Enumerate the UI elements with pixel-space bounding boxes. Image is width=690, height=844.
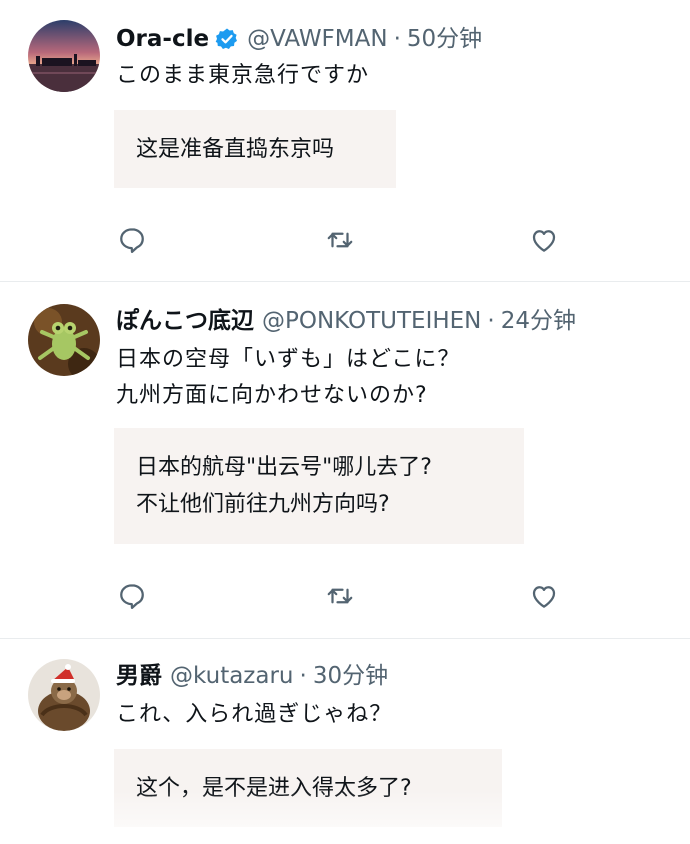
translation-line: 这个，是不是进入得太多了?: [136, 775, 412, 801]
tweet-header: Ora-cle @VAWFMAN · 50分钟: [116, 24, 482, 54]
separator-dot: ·: [487, 308, 495, 334]
tweet-feed: Ora-cle @VAWFMAN · 50分钟 このまま東京急行ですか 这是准备…: [0, 0, 690, 844]
avatar-sunset-harbor[interactable]: [28, 20, 100, 92]
reply-icon[interactable]: [116, 580, 148, 612]
separator-dot: ·: [299, 663, 307, 689]
tweet-3[interactable]: 男爵 @kutazaru · 30分钟 これ、入られ過ぎじゃね？ 这个，是不是进…: [0, 639, 690, 844]
retweet-icon[interactable]: [324, 580, 356, 612]
timestamp[interactable]: 24分钟: [501, 306, 576, 336]
tweet-text-line: これ、入られ過ぎじゃね？: [116, 702, 393, 727]
user-handle[interactable]: @kutazaru: [170, 661, 294, 691]
display-name[interactable]: ぽんこつ底辺: [116, 306, 254, 336]
display-name[interactable]: Ora-cle: [116, 24, 209, 54]
tweet-text: このまま東京急行ですか: [116, 58, 369, 94]
translation-box: 这个，是不是进入得太多了?: [114, 749, 502, 827]
translation-box: 这是准备直捣东京吗: [114, 110, 396, 188]
tweet-1[interactable]: Ora-cle @VAWFMAN · 50分钟 このまま東京急行ですか 这是准备…: [0, 0, 690, 280]
like-icon[interactable]: [528, 224, 560, 256]
tweet-text-line: 九州方面に向かわせないのか?: [116, 383, 428, 408]
tweet-text: これ、入られ過ぎじゃね？: [116, 697, 392, 733]
tweet-text: 日本の空母「いずも」はどこに？ 九州方面に向かわせないのか?: [116, 342, 460, 414]
timestamp[interactable]: 30分钟: [313, 661, 388, 691]
separator-dot: ·: [393, 26, 401, 52]
reply-icon[interactable]: [116, 224, 148, 256]
avatar-frog[interactable]: [28, 304, 100, 376]
avatar-monkey-santa-hat[interactable]: [28, 659, 100, 731]
translation-line: 不让他们前往九州方向吗?: [136, 492, 390, 517]
translation-box: 日本的航母"出云号"哪儿去了? 不让他们前往九州方向吗?: [114, 428, 524, 544]
tweet-2[interactable]: ぽんこつ底辺 @PONKOTUTEIHEN · 24分钟 日本の空母「いずも」は…: [0, 282, 690, 638]
retweet-icon[interactable]: [324, 224, 356, 256]
tweet-text-line: 日本の空母「いずも」はどこに？: [116, 347, 461, 372]
tweet-actions: [0, 224, 690, 260]
like-icon[interactable]: [528, 580, 560, 612]
user-handle[interactable]: @PONKOTUTEIHEN: [262, 306, 481, 336]
tweet-text-line: このまま東京急行ですか: [116, 63, 370, 88]
translation-line: 日本的航母"出云号"哪儿去了?: [136, 455, 432, 480]
tweet-header: ぽんこつ底辺 @PONKOTUTEIHEN · 24分钟: [116, 306, 576, 336]
tweet-header: 男爵 @kutazaru · 30分钟: [116, 661, 388, 691]
display-name[interactable]: 男爵: [116, 661, 162, 691]
verified-badge-icon: [215, 27, 239, 51]
user-handle[interactable]: @VAWFMAN: [247, 24, 388, 54]
translation-line: 这是准备直捣东京吗: [136, 136, 335, 162]
tweet-actions: [0, 580, 690, 616]
timestamp[interactable]: 50分钟: [407, 24, 482, 54]
